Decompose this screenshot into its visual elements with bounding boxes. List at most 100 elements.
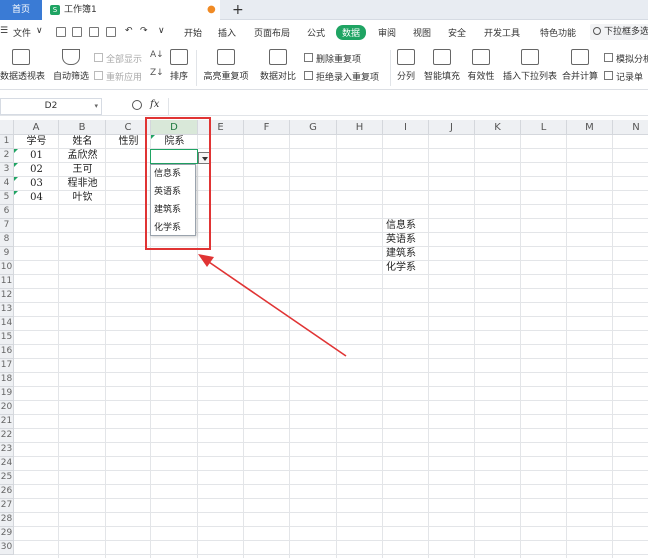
row-header[interactable]: 18 (0, 373, 14, 387)
name-box-chevron-icon[interactable]: ▾ (94, 99, 98, 114)
more-chevron-icon[interactable]: ∨ (158, 26, 165, 36)
print-icon[interactable] (89, 27, 99, 37)
column-header[interactable]: M (567, 120, 613, 135)
tab-home[interactable]: 首页 (0, 0, 42, 20)
source-list-cell[interactable]: 信息系 (383, 219, 429, 233)
student-id-cell[interactable]: 02 (14, 163, 59, 177)
redo-icon[interactable]: ↷ (140, 26, 148, 36)
select-all-corner[interactable] (0, 120, 14, 135)
row-header[interactable]: 13 (0, 303, 14, 317)
menu-start[interactable]: 开始 (184, 26, 202, 39)
split-columns-button[interactable]: 分列 (394, 49, 418, 82)
student-name-cell[interactable]: 程非池 (59, 177, 106, 191)
student-id-cell[interactable]: 03 (14, 177, 59, 191)
menu-data[interactable]: 数据 (336, 25, 367, 40)
row-header[interactable]: 28 (0, 513, 14, 527)
tab-workbook[interactable]: S 工作簿1 ● (42, 0, 220, 20)
row-header[interactable]: 21 (0, 415, 14, 429)
row-header[interactable]: 4 (0, 177, 14, 191)
row-header[interactable]: 1 (0, 135, 14, 149)
row-header[interactable]: 3 (0, 163, 14, 177)
menu-file[interactable]: 文件 (13, 26, 31, 39)
column-header[interactable]: G (290, 120, 337, 135)
insert-dropdown-button[interactable]: 插入下拉列表 (502, 49, 558, 82)
highlight-duplicates-button[interactable]: 高亮重复项 (199, 49, 253, 82)
student-id-cell[interactable]: 04 (14, 191, 59, 205)
export-icon[interactable] (72, 27, 82, 37)
source-list-cell[interactable]: 建筑系 (383, 247, 429, 261)
row-header[interactable]: 26 (0, 485, 14, 499)
row-header[interactable]: 15 (0, 331, 14, 345)
auto-filter-button[interactable]: 自动筛选 (52, 49, 90, 82)
student-name-cell[interactable]: 孟欣然 (59, 149, 106, 163)
row-header[interactable]: 10 (0, 261, 14, 275)
menu-formula[interactable]: 公式 (307, 26, 325, 39)
column-header[interactable]: H (337, 120, 383, 135)
column-header[interactable]: F (244, 120, 290, 135)
menu-page-layout[interactable]: 页面布局 (254, 26, 290, 39)
row-header[interactable]: 22 (0, 429, 14, 443)
row-header[interactable]: 7 (0, 219, 14, 233)
save-icon[interactable] (56, 27, 66, 37)
reapply-button[interactable]: 重新应用 (94, 70, 142, 83)
record-form-button[interactable]: 记录单 (604, 70, 643, 83)
hamburger-icon[interactable]: ☰ (0, 26, 8, 36)
source-list-cell[interactable]: 化学系 (383, 261, 429, 275)
row-header[interactable]: 20 (0, 401, 14, 415)
row-header[interactable]: 9 (0, 247, 14, 261)
data-compare-button[interactable]: 数据对比 (256, 49, 300, 82)
sort-button[interactable]: 排序 (168, 49, 190, 82)
name-box[interactable]: D2 ▾ (0, 98, 102, 115)
column-header[interactable]: N (613, 120, 648, 135)
row-header[interactable]: 8 (0, 233, 14, 247)
chevron-down-icon[interactable]: ∨ (36, 26, 43, 36)
data-validity-button[interactable]: 有效性 (465, 49, 497, 82)
column-header[interactable]: A (14, 120, 59, 135)
consolidate-button[interactable]: 合并计算 (561, 49, 599, 82)
remove-duplicates-button[interactable]: 删除重复项 (304, 52, 361, 65)
menu-view[interactable]: 视图 (413, 26, 431, 39)
menu-review[interactable]: 审阅 (378, 26, 396, 39)
undo-icon[interactable]: ↶ (125, 26, 133, 36)
column-header[interactable]: K (475, 120, 521, 135)
column-header[interactable]: B (59, 120, 106, 135)
row-header[interactable]: 14 (0, 317, 14, 331)
header-cell-name[interactable]: 姓名 (59, 135, 106, 149)
fx-icon[interactable]: fx (150, 99, 159, 110)
menu-insert[interactable]: 插入 (218, 26, 236, 39)
row-header[interactable]: 5 (0, 191, 14, 205)
smart-fill-button[interactable]: 智能填充 (422, 49, 462, 82)
sort-ascending-icon[interactable]: A↓ (150, 50, 164, 60)
formula-input[interactable] (168, 98, 648, 115)
zoom-icon[interactable] (132, 100, 142, 110)
row-header[interactable]: 29 (0, 527, 14, 541)
simulate-analysis-button[interactable]: 模拟分析 (604, 52, 648, 65)
row-header[interactable]: 25 (0, 471, 14, 485)
menu-developer[interactable]: 开发工具 (484, 26, 520, 39)
source-list-cell[interactable]: 英语系 (383, 233, 429, 247)
student-name-cell[interactable]: 叶钦 (59, 191, 106, 205)
row-header[interactable]: 19 (0, 387, 14, 401)
show-all-button[interactable]: 全部显示 (94, 52, 142, 65)
header-cell-id[interactable]: 学号 (14, 135, 59, 149)
row-header[interactable]: 2 (0, 149, 14, 163)
menu-security[interactable]: 安全 (448, 26, 466, 39)
command-search[interactable]: 下拉框多选 (590, 24, 648, 40)
row-header[interactable]: 17 (0, 359, 14, 373)
student-name-cell[interactable]: 王可 (59, 163, 106, 177)
column-header[interactable]: J (429, 120, 475, 135)
row-header[interactable]: 30 (0, 541, 14, 555)
row-header[interactable]: 24 (0, 457, 14, 471)
preview-icon[interactable] (106, 27, 116, 37)
row-header[interactable]: 23 (0, 443, 14, 457)
sheet-grid[interactable]: A B C D E F G H I J K L M N 1 2 3 4 5 6 7 8 9 10 11 12 13 14 15 16 17 1… (0, 120, 648, 558)
row-header[interactable]: 11 (0, 275, 14, 289)
column-header[interactable]: I (383, 120, 429, 135)
column-header[interactable]: L (521, 120, 567, 135)
row-header[interactable]: 12 (0, 289, 14, 303)
row-header[interactable]: 27 (0, 499, 14, 513)
reject-duplicates-button[interactable]: 拒绝录入重复项 (304, 70, 379, 83)
menu-special[interactable]: 特色功能 (540, 26, 576, 39)
row-header[interactable]: 6 (0, 205, 14, 219)
pivot-table-button[interactable]: 数据透视表 (0, 49, 45, 82)
